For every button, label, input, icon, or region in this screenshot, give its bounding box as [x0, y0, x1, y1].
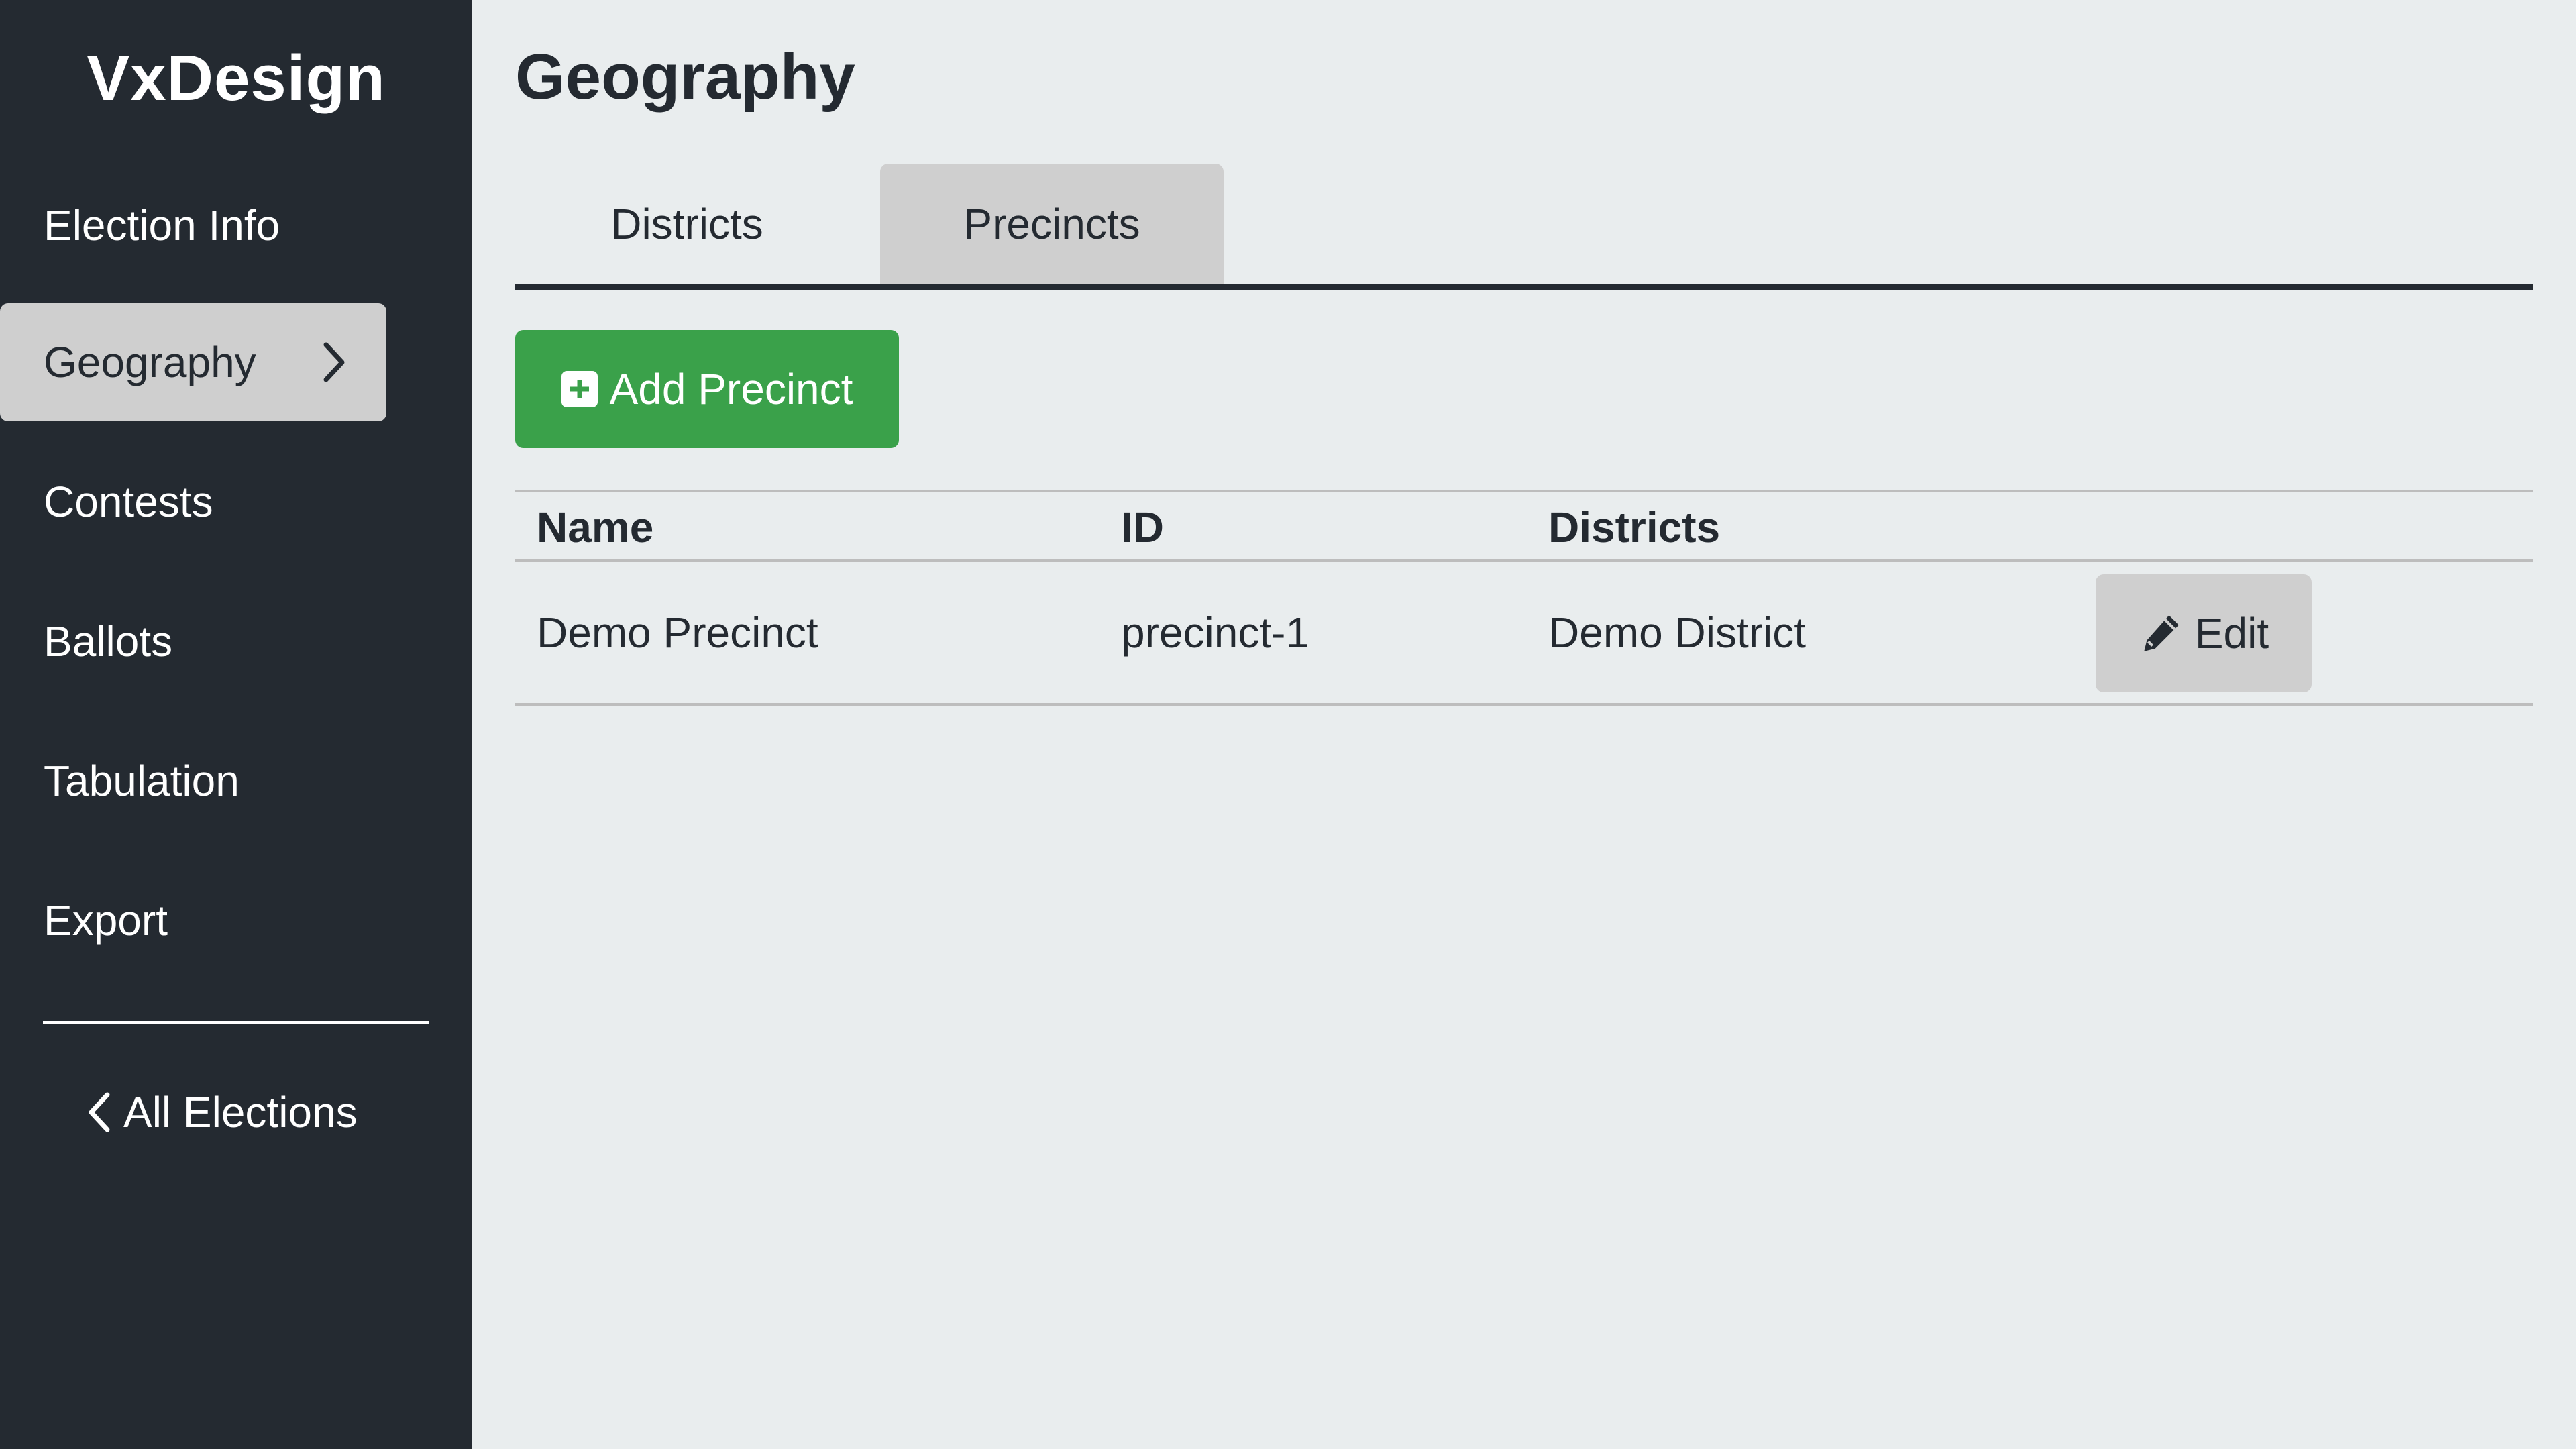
tab-precincts[interactable]: Precincts	[880, 164, 1224, 284]
sidebar-item-geography[interactable]: Geography	[0, 303, 386, 421]
cell-name: Demo Precinct	[537, 608, 818, 657]
sidebar-item-label: Geography	[44, 338, 256, 386]
sidebar-item-label: Election Info	[44, 201, 280, 250]
sidebar-item-label: Tabulation	[44, 757, 239, 805]
edit-precinct-button[interactable]: Edit	[2096, 574, 2312, 692]
table-row: Demo Precinct precinct-1 Demo District E…	[515, 562, 2533, 706]
tab-label: Districts	[610, 200, 763, 248]
sidebar: VxDesign Election Info Geography Contest…	[0, 0, 472, 1449]
plus-square-icon	[561, 371, 598, 407]
edit-label: Edit	[2194, 609, 2269, 657]
app-window: VxDesign Election Info Geography Contest…	[0, 0, 2576, 1449]
chevron-right-icon	[323, 342, 345, 382]
page-title: Geography	[515, 41, 855, 113]
sidebar-item-label: Contests	[44, 478, 213, 526]
sidebar-item-label: Ballots	[44, 617, 173, 665]
tab-label: Precincts	[963, 200, 1140, 248]
add-precinct-label: Add Precinct	[609, 365, 853, 413]
cell-districts: Demo District	[1548, 608, 1807, 657]
sidebar-item-election-info[interactable]: Election Info	[0, 166, 386, 284]
cell-id: precinct-1	[1121, 608, 1309, 657]
main-content: Geography Districts Precincts Add Precin…	[472, 0, 2576, 1449]
sidebar-item-contests[interactable]: Contests	[0, 443, 386, 561]
all-elections-link[interactable]: All Elections	[86, 1073, 358, 1151]
tab-bar: Districts Precincts	[515, 164, 2533, 290]
sidebar-item-ballots[interactable]: Ballots	[0, 582, 386, 700]
pencil-icon	[2144, 615, 2179, 651]
precincts-table: Name ID Districts Demo Precinct precinct…	[515, 490, 2533, 706]
app-brand: VxDesign	[87, 42, 386, 114]
table-header: Name ID Districts	[515, 490, 2533, 562]
sidebar-item-label: Export	[44, 896, 168, 945]
chevron-left-icon	[89, 1092, 110, 1132]
tab-districts[interactable]: Districts	[515, 164, 859, 284]
sidebar-divider	[43, 1021, 429, 1024]
column-header-districts: Districts	[1548, 503, 1721, 551]
all-elections-label: All Elections	[123, 1088, 358, 1136]
sidebar-item-tabulation[interactable]: Tabulation	[0, 722, 386, 840]
column-header-name: Name	[537, 503, 654, 551]
sidebar-item-export[interactable]: Export	[0, 861, 386, 979]
column-header-id: ID	[1121, 503, 1164, 551]
add-precinct-button[interactable]: Add Precinct	[515, 330, 899, 448]
